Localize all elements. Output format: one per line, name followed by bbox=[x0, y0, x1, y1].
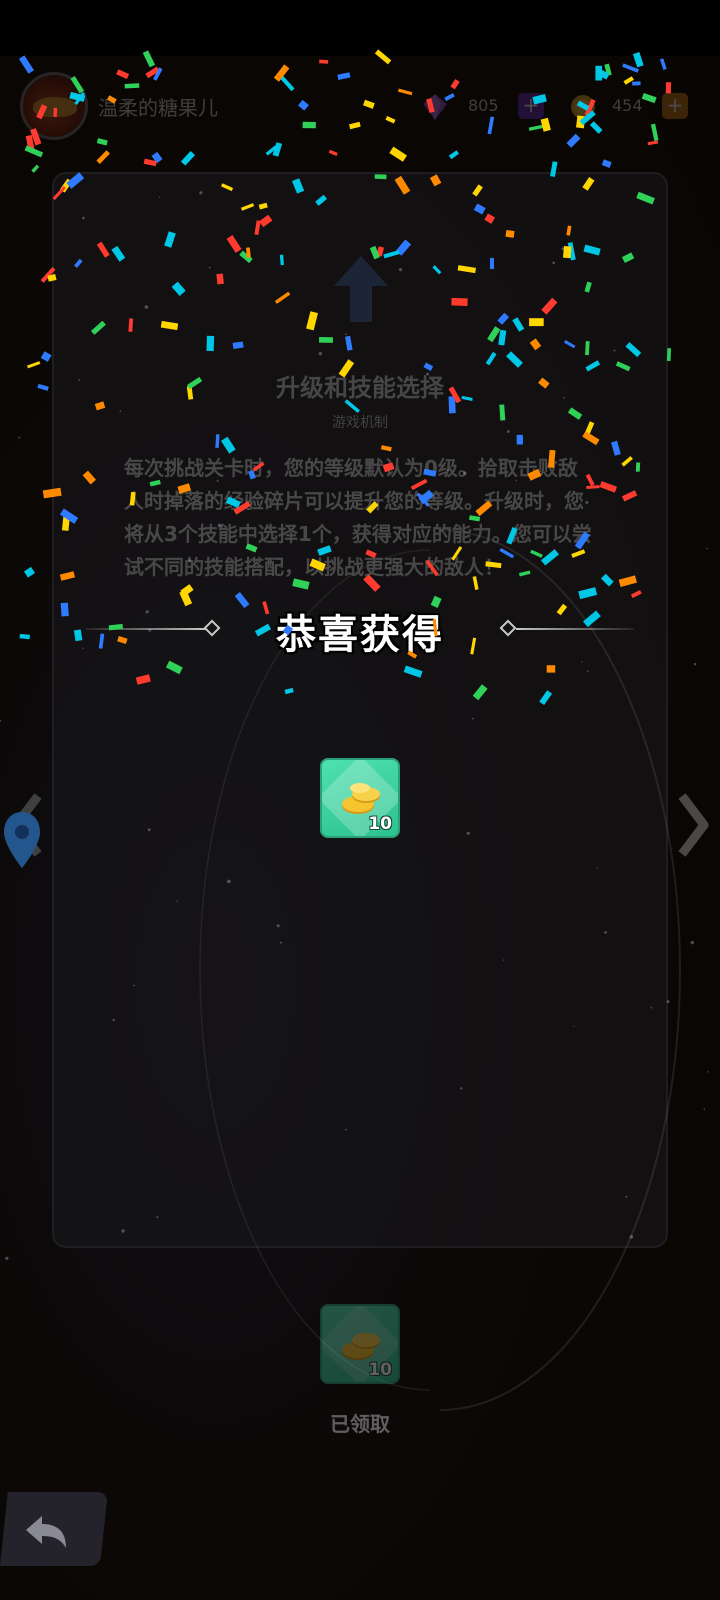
reward-quantity: 10 bbox=[368, 814, 392, 834]
gold-coins-icon bbox=[342, 783, 380, 814]
claimed-status-label: 已领取 bbox=[330, 1412, 390, 1436]
gold-coins-icon bbox=[342, 1333, 380, 1360]
status-bar bbox=[0, 0, 720, 56]
reward-item-gold-coins[interactable]: 10 bbox=[320, 758, 400, 838]
claimed-reward-quantity: 10 bbox=[368, 1360, 392, 1380]
back-arrow-icon[interactable] bbox=[22, 1512, 70, 1552]
title-divider-right bbox=[516, 628, 634, 630]
claimed-reward-item: 10 bbox=[320, 1304, 400, 1384]
reward-popup-title: 恭喜获得 bbox=[276, 612, 444, 658]
